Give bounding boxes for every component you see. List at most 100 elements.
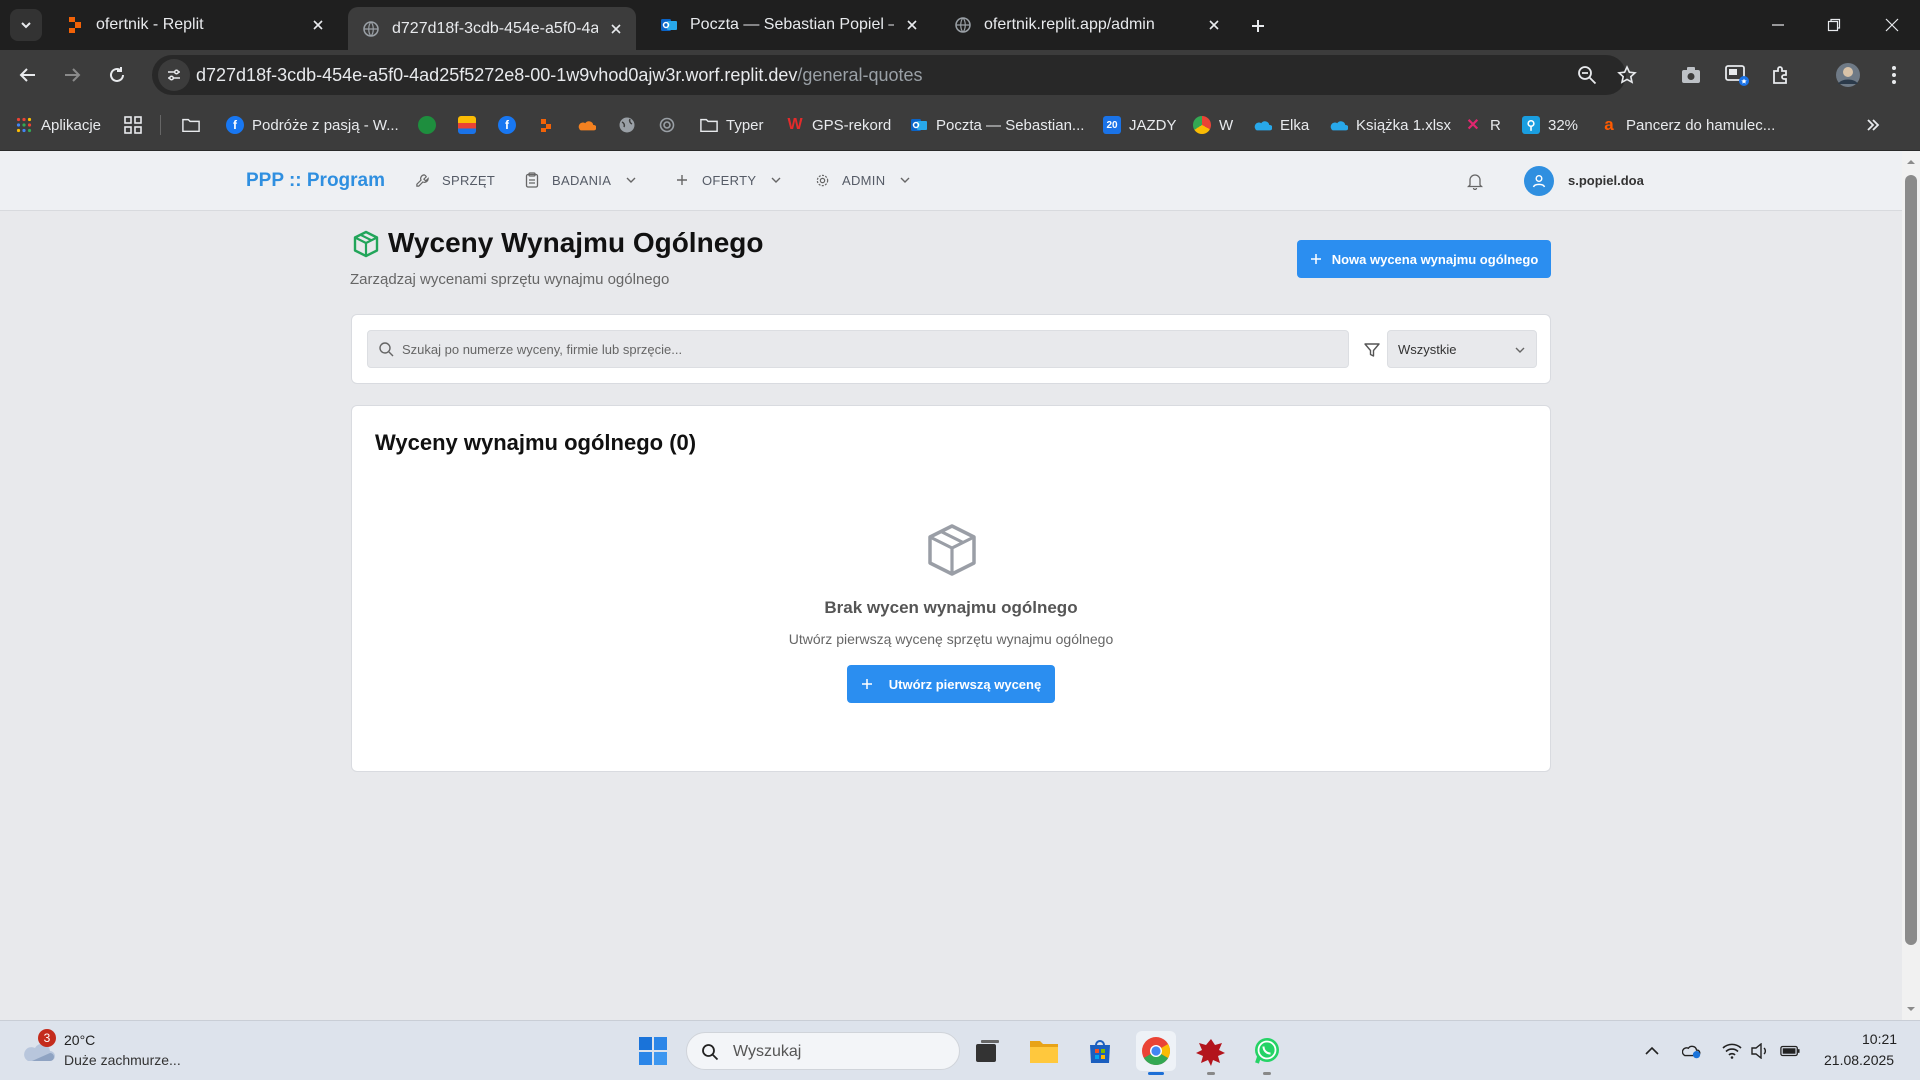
more-bookmarks-button[interactable] bbox=[1864, 113, 1882, 137]
search-field[interactable] bbox=[367, 330, 1349, 368]
bookmark-poczta[interactable]: Poczta — Sebastian... bbox=[910, 113, 1084, 137]
bookmark-aplikacje[interactable]: Aplikacje bbox=[15, 113, 101, 137]
brand-logo[interactable]: PPP :: Program bbox=[246, 170, 385, 192]
list-title: Wyceny wynajmu ogólnego (0) bbox=[375, 430, 697, 455]
tab-title: d727d18f-3cdb-454e-a5f0-4ad bbox=[392, 19, 598, 37]
bookmark-label: Poczta — Sebastian... bbox=[936, 116, 1085, 134]
filter-funnel-icon bbox=[1364, 343, 1380, 357]
reload-button[interactable] bbox=[101, 59, 133, 91]
ms-store-button[interactable] bbox=[1080, 1031, 1120, 1071]
tab-ofertnik-admin[interactable]: ofertnik.replit.app/admin bbox=[940, 7, 1234, 43]
bookmark-facebook[interactable]: f bbox=[498, 113, 516, 137]
bookmark-pancerz[interactable]: a Pancerz do hamulec... bbox=[1600, 113, 1775, 137]
chrome-taskbar-button[interactable] bbox=[1136, 1031, 1176, 1075]
user-name[interactable]: s.popiel.doa bbox=[1568, 173, 1644, 188]
bookmark-podroze[interactable]: f Podróże z pasją - W... bbox=[226, 113, 399, 137]
cast-extension-icon[interactable] bbox=[1723, 61, 1751, 89]
bookmark-star-icon[interactable] bbox=[1615, 63, 1639, 87]
clock-date[interactable]: 21.08.2025 bbox=[1824, 1052, 1894, 1068]
whatsapp-button[interactable] bbox=[1247, 1031, 1287, 1075]
back-button[interactable] bbox=[12, 59, 44, 91]
bookmark-ksiazka[interactable]: Książka 1.xlsx bbox=[1330, 113, 1451, 137]
tab-poczta-outlook[interactable]: Poczta — Sebastian Popiel — O bbox=[646, 7, 932, 43]
scrollbar-thumb[interactable] bbox=[1905, 175, 1917, 945]
nav-label: SPRZĘT bbox=[442, 172, 496, 188]
zoom-icon[interactable] bbox=[1575, 63, 1599, 87]
filter-card: Wszystkie bbox=[351, 314, 1551, 384]
nav-oferty[interactable]: OFERTY bbox=[674, 172, 782, 188]
battery-icon[interactable] bbox=[1780, 1041, 1800, 1061]
bookmark-elka[interactable]: Elka bbox=[1254, 113, 1309, 137]
weather-temperature[interactable]: 20°C bbox=[64, 1032, 95, 1048]
tray-overflow-chevron-icon[interactable] bbox=[1642, 1041, 1662, 1061]
status-filter-select[interactable]: Wszystkie bbox=[1387, 330, 1537, 368]
volume-icon[interactable] bbox=[1750, 1041, 1770, 1061]
close-tab-icon[interactable] bbox=[1204, 15, 1224, 35]
search-input[interactable] bbox=[402, 331, 1332, 367]
forward-button[interactable] bbox=[56, 59, 88, 91]
button-label: Utwórz pierwszą wycenę bbox=[888, 676, 1042, 692]
close-tab-icon[interactable] bbox=[606, 19, 626, 39]
tab-ofertnik-replit[interactable]: ofertnik - Replit bbox=[52, 7, 338, 43]
apps-grid-icon bbox=[15, 116, 33, 134]
close-window-button[interactable] bbox=[1864, 0, 1920, 50]
address-bar[interactable]: d727d18f-3cdb-454e-a5f0-4ad25f5272e8-00-… bbox=[152, 55, 1637, 95]
bookmark-green-circle[interactable] bbox=[418, 113, 436, 137]
profile-avatar[interactable] bbox=[1834, 61, 1862, 89]
page-scrollbar[interactable] bbox=[1902, 151, 1920, 1020]
bookmark-tab-groups[interactable] bbox=[124, 113, 142, 137]
weather-description[interactable]: Duże zachmurze... bbox=[64, 1052, 181, 1068]
task-view-button[interactable] bbox=[968, 1031, 1008, 1071]
search-icon bbox=[702, 1044, 719, 1061]
bookmark-orange-blocks[interactable] bbox=[538, 113, 556, 137]
bookmark-label: W bbox=[1219, 116, 1234, 134]
menu-kebab-icon[interactable] bbox=[1880, 61, 1908, 89]
restore-button[interactable] bbox=[1806, 0, 1862, 50]
tab-current-replit-dev[interactable]: d727d18f-3cdb-454e-a5f0-4ad bbox=[348, 7, 636, 50]
bookmark-folder[interactable] bbox=[182, 113, 200, 137]
file-explorer-button[interactable] bbox=[1024, 1031, 1064, 1071]
close-tab-icon[interactable] bbox=[902, 15, 922, 35]
bookmark-label: Elka bbox=[1280, 116, 1310, 134]
bookmark-r[interactable]: ✕ R bbox=[1464, 113, 1501, 137]
game-app-button[interactable] bbox=[1191, 1031, 1231, 1075]
nav-admin[interactable]: ADMIN bbox=[814, 172, 911, 188]
taskbar-search[interactable]: Wyszukaj bbox=[686, 1032, 960, 1070]
onedrive-tray-icon[interactable] bbox=[1682, 1041, 1702, 1061]
bookmark-w[interactable]: W bbox=[1193, 113, 1233, 137]
close-tab-icon[interactable] bbox=[308, 15, 328, 35]
package-icon bbox=[928, 524, 976, 576]
nav-badania[interactable]: BADANIA bbox=[524, 172, 637, 188]
bookmark-label: 32% bbox=[1548, 116, 1579, 134]
plus-icon bbox=[861, 678, 873, 690]
running-indicator bbox=[1148, 1072, 1164, 1075]
nav-sprzet[interactable]: SPRZĘT bbox=[414, 172, 495, 188]
site-info-button[interactable] bbox=[158, 59, 190, 91]
bookmark-cloud[interactable] bbox=[578, 113, 596, 137]
new-tab-button[interactable] bbox=[1244, 12, 1272, 40]
notifications-bell-icon[interactable] bbox=[1465, 171, 1485, 191]
nav-label: OFERTY bbox=[702, 172, 757, 188]
bookmark-jazdy[interactable]: 20 JAZDY bbox=[1103, 113, 1177, 137]
bookmark-globe[interactable] bbox=[618, 113, 636, 137]
bookmark-typer[interactable]: Typer bbox=[700, 113, 764, 137]
bookmark-32-percent[interactable]: ⚲ 32% bbox=[1522, 113, 1578, 137]
new-general-quote-button[interactable]: Nowa wycena wynajmu ogólnego bbox=[1297, 240, 1551, 278]
tab-search-button[interactable] bbox=[10, 9, 42, 41]
scroll-down-arrow-icon[interactable] bbox=[1906, 1004, 1916, 1014]
minimize-button[interactable] bbox=[1750, 0, 1806, 50]
bookmark-gps-rekord[interactable]: W GPS-rekord bbox=[786, 113, 891, 137]
bookmark-toolbox[interactable] bbox=[458, 113, 476, 137]
extensions-puzzle-icon[interactable] bbox=[1767, 61, 1795, 89]
user-avatar[interactable] bbox=[1524, 166, 1554, 196]
plus-icon bbox=[1252, 20, 1264, 32]
windows-start-icon[interactable] bbox=[638, 1036, 668, 1066]
clock-time[interactable]: 10:21 bbox=[1862, 1031, 1897, 1047]
plus-icon bbox=[674, 172, 690, 188]
bookmark-label: R bbox=[1490, 116, 1501, 134]
bookmark-openai[interactable] bbox=[658, 113, 676, 137]
create-first-quote-button[interactable]: Utwórz pierwszą wycenę bbox=[847, 665, 1055, 703]
screenshot-icon[interactable] bbox=[1677, 61, 1705, 89]
scroll-up-arrow-icon[interactable] bbox=[1906, 157, 1916, 167]
wifi-icon[interactable] bbox=[1722, 1041, 1742, 1061]
